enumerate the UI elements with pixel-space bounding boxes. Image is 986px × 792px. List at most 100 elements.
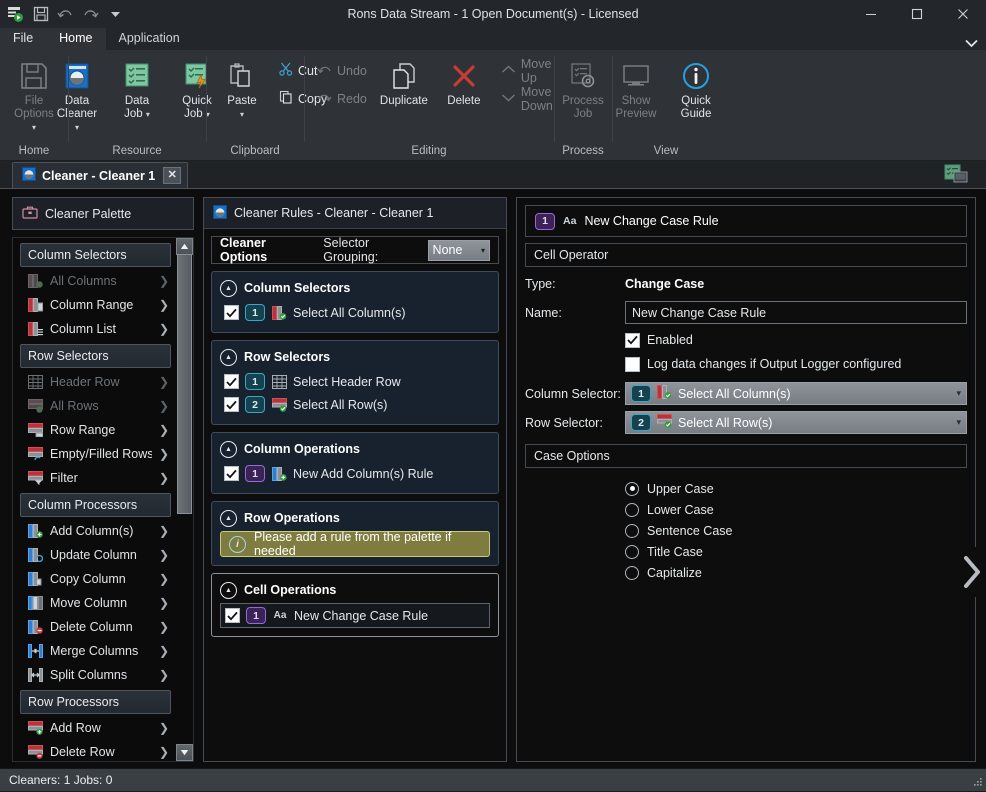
palette-item-add-row[interactable]: Add Row ❯ bbox=[13, 716, 176, 740]
palette-item-all-columns[interactable]: All Columns ❯ bbox=[13, 269, 176, 293]
case-option-capitalize[interactable]: Capitalize bbox=[625, 564, 967, 581]
rules-section-row-operations[interactable]: ▲ Row Operations i Please add a rule fro… bbox=[211, 501, 499, 566]
palette-item-move-column[interactable]: Move Column ❯ bbox=[13, 591, 176, 615]
scroll-down-button[interactable] bbox=[176, 744, 193, 761]
palette-scrollbar[interactable] bbox=[176, 238, 193, 761]
tab-home[interactable]: Home bbox=[46, 28, 105, 50]
section-header[interactable]: ▲ Column Operations bbox=[220, 439, 490, 459]
customize-qat-icon[interactable] bbox=[106, 5, 125, 24]
rule-checkbox[interactable] bbox=[225, 608, 240, 623]
close-button[interactable] bbox=[940, 0, 986, 28]
redo-icon[interactable] bbox=[81, 5, 100, 24]
column-selector-select[interactable]: 1 Select All Column(s) ▾ bbox=[625, 382, 967, 405]
radio-sentence-case[interactable] bbox=[625, 524, 639, 538]
next-panel-button[interactable] bbox=[958, 547, 986, 597]
rules-section-cell-operations[interactable]: ▲ Cell Operations 1 Aa New Change Case R… bbox=[211, 573, 499, 637]
case-options-group: Upper Case Lower Case Sentence Case Titl… bbox=[525, 474, 967, 581]
move-down-button[interactable]: Move Down bbox=[495, 86, 559, 111]
chevron-up-icon[interactable]: ▲ bbox=[220, 510, 237, 527]
chevron-down-icon[interactable]: ▾ bbox=[32, 123, 36, 132]
section-header[interactable]: ▲ Row Selectors bbox=[220, 347, 490, 367]
case-option-lower[interactable]: Lower Case bbox=[625, 501, 967, 518]
section-header[interactable]: ▲ Column Selectors bbox=[220, 278, 490, 298]
palette-item-row-range[interactable]: Row Range ❯ bbox=[13, 418, 176, 442]
radio-upper-case[interactable] bbox=[625, 482, 639, 496]
data-stream-icon[interactable] bbox=[6, 5, 25, 24]
enabled-row[interactable]: Enabled bbox=[625, 330, 967, 350]
palette-item-empty-filled-rows[interactable]: Empty/Filled Rows ❯ bbox=[13, 442, 176, 466]
palette-item-merge-columns[interactable]: Merge Columns ❯ bbox=[13, 639, 176, 663]
duplicate-button[interactable]: Duplicate bbox=[375, 55, 433, 109]
scroll-up-button[interactable] bbox=[176, 238, 193, 255]
palette-item-column-list[interactable]: Column List ❯ bbox=[13, 317, 176, 341]
scrollbar-track[interactable] bbox=[177, 254, 192, 745]
rule-checkbox[interactable] bbox=[224, 305, 239, 320]
palette-item-add-columns[interactable]: Add Column(s) ❯ bbox=[13, 519, 176, 543]
delete-button[interactable]: Delete bbox=[435, 55, 493, 109]
log-changes-checkbox[interactable] bbox=[625, 357, 640, 372]
chevron-down-icon[interactable]: ▾ bbox=[75, 123, 79, 132]
rules-section-column-operations[interactable]: ▲ Column Operations 1 New Add Column(s) … bbox=[211, 432, 499, 494]
rules-section-row-selectors[interactable]: ▲ Row Selectors 1 Select Header Row bbox=[211, 340, 499, 425]
palette-item-copy-column[interactable]: Copy Column ❯ bbox=[13, 567, 176, 591]
case-option-title[interactable]: Title Case bbox=[625, 543, 967, 560]
tab-application[interactable]: Application bbox=[106, 28, 193, 50]
rule-checkbox[interactable] bbox=[224, 374, 239, 389]
maximize-button[interactable] bbox=[894, 0, 940, 28]
enabled-checkbox[interactable] bbox=[625, 333, 640, 348]
preview-pane-icon[interactable] bbox=[942, 163, 970, 187]
process-job-button[interactable]: ProcessJob bbox=[554, 55, 612, 122]
rule-checkbox[interactable] bbox=[224, 466, 239, 481]
quick-guide-button[interactable]: QuickGuide bbox=[667, 55, 725, 122]
selector-grouping-select[interactable]: None ▾ bbox=[428, 240, 490, 261]
close-icon[interactable]: ✕ bbox=[163, 167, 181, 184]
radio-lower-case[interactable] bbox=[625, 503, 639, 517]
redo-button[interactable]: Redo bbox=[311, 86, 373, 111]
rule-checkbox[interactable] bbox=[224, 397, 239, 412]
data-cleaner-button[interactable]: DataCleaner ▾ bbox=[48, 55, 106, 135]
palette-item-filter[interactable]: Filter ❯ bbox=[13, 466, 176, 490]
quick-job-label-2: Job bbox=[184, 108, 203, 120]
section-header[interactable]: ▲ Cell Operations bbox=[220, 580, 490, 600]
document-tab-cleaner-1[interactable]: Cleaner - Cleaner 1 ✕ bbox=[12, 162, 188, 188]
undo-icon[interactable] bbox=[56, 5, 75, 24]
chevron-up-icon[interactable]: ▲ bbox=[220, 280, 237, 297]
radio-capitalize[interactable] bbox=[625, 566, 639, 580]
rule-row[interactable]: 1 Aa New Change Case Rule bbox=[220, 603, 490, 628]
case-option-sentence[interactable]: Sentence Case bbox=[625, 522, 967, 539]
radio-title-case[interactable] bbox=[625, 545, 639, 559]
minimize-button[interactable] bbox=[848, 0, 894, 28]
rule-row[interactable]: 1 New Add Column(s) Rule bbox=[220, 462, 490, 485]
resize-grip[interactable] bbox=[971, 777, 983, 789]
chevron-up-icon[interactable]: ▲ bbox=[220, 349, 237, 366]
palette-item-header-row[interactable]: Header Row ❯ bbox=[13, 370, 176, 394]
data-job-button[interactable]: DataJob ▾ bbox=[108, 55, 166, 122]
rule-row[interactable]: 1 Select Header Row bbox=[220, 370, 490, 393]
row-selector-select[interactable]: 2 Select All Row(s) ▾ bbox=[625, 411, 967, 434]
chevron-down-icon[interactable]: ▾ bbox=[146, 110, 150, 119]
chevron-down-icon[interactable] bbox=[956, 39, 986, 50]
show-preview-button[interactable]: ShowPreview bbox=[607, 55, 665, 122]
scrollbar-thumb[interactable] bbox=[177, 254, 192, 514]
undo-button[interactable]: Undo bbox=[311, 58, 373, 83]
rule-row[interactable]: 2 Select All Row(s) bbox=[220, 393, 490, 416]
palette-item-column-range[interactable]: Column Range ❯ bbox=[13, 293, 176, 317]
chevron-up-icon[interactable]: ▲ bbox=[220, 441, 237, 458]
palette-item-split-columns[interactable]: Split Columns ❯ bbox=[13, 663, 176, 687]
paste-button[interactable]: Paste▾ bbox=[213, 55, 271, 122]
chevron-up-icon[interactable]: ▲ bbox=[220, 582, 237, 599]
tab-file[interactable]: File bbox=[0, 28, 46, 50]
log-changes-row[interactable]: Log data changes if Output Logger config… bbox=[625, 354, 967, 374]
palette-item-delete-row[interactable]: Delete Row ❯ bbox=[13, 740, 176, 761]
palette-item-update-column[interactable]: Update Column ❯ bbox=[13, 543, 176, 567]
name-input[interactable]: New Change Case Rule bbox=[625, 301, 967, 324]
rules-section-column-selectors[interactable]: ▲ Column Selectors 1 Select All Column(s… bbox=[211, 271, 499, 333]
save-icon[interactable] bbox=[31, 5, 50, 24]
case-option-upper[interactable]: Upper Case bbox=[625, 480, 967, 497]
rule-row[interactable]: 1 Select All Column(s) bbox=[220, 301, 490, 324]
chevron-down-icon[interactable]: ▾ bbox=[240, 110, 244, 119]
section-header[interactable]: ▲ Row Operations bbox=[220, 508, 490, 528]
palette-item-delete-column[interactable]: Delete Column ❯ bbox=[13, 615, 176, 639]
move-up-button[interactable]: Move Up bbox=[495, 58, 559, 83]
palette-item-all-rows[interactable]: All Rows ❯ bbox=[13, 394, 176, 418]
